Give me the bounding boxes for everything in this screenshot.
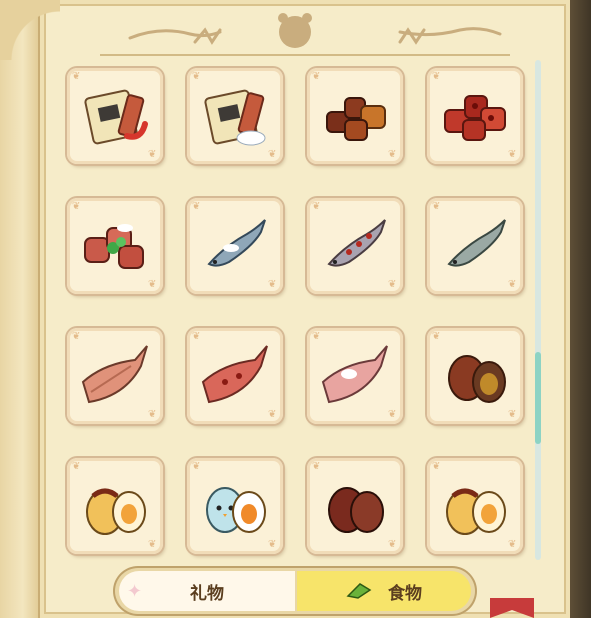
header-ornament: [128, 13, 502, 48]
braised-egg-icon: [448, 355, 506, 403]
tea-egg-icon: [328, 487, 384, 533]
spicy-fish-icon: [327, 219, 386, 267]
item-slot-fish[interactable]: ❦ ❦: [427, 198, 523, 294]
item-slot-salted-fish[interactable]: ❦ ❦: [187, 198, 283, 294]
book-frame: ❦ ❦ ❦ ❦ ❦ ❦ ❦ ❦ ❦ ❦ ❦ ❦ ❦ ❦ ❦ ❦ ❦ ❦ ❦ ❦ …: [0, 0, 591, 618]
spicy-meat-chunks-icon: [444, 95, 506, 141]
item-slot-chick-egg-sauce-2[interactable]: ❦ ❦: [427, 458, 523, 554]
spicy-fish-fillet-icon: [201, 345, 268, 404]
tab-gift-label: 礼物: [190, 583, 224, 604]
item-slot-spicy-fish[interactable]: ❦ ❦: [307, 198, 403, 294]
braised-meat-chunks-icon: [326, 97, 386, 141]
item-slot-salted-fish-fillet[interactable]: ❦ ❦: [307, 328, 403, 424]
meat-chunks-herbs-icon: [84, 224, 144, 269]
scrollbar-thumb[interactable]: [535, 352, 541, 444]
item-slot-dried-meat-salt[interactable]: ❦ ❦: [187, 68, 283, 164]
item-slot-tea-egg[interactable]: ❦ ❦: [307, 458, 403, 554]
dried-meat-chili-icon: [84, 89, 148, 145]
leaf-food-icon: [346, 583, 372, 599]
item-slot-braised-meat-chunks[interactable]: ❦ ❦: [307, 68, 403, 164]
book-spine: [0, 0, 38, 618]
item-grid: ❦ ❦ ❦ ❦ ❦ ❦ ❦ ❦ ❦ ❦ ❦ ❦ ❦ ❦ ❦ ❦ ❦ ❦ ❦ ❦ …: [65, 66, 525, 556]
scrollbar-track[interactable]: [535, 60, 541, 560]
item-slot-dried-meat-chili[interactable]: ❦ ❦: [67, 68, 163, 164]
item-slot-spicy-fish-fillet[interactable]: ❦ ❦: [187, 328, 283, 424]
item-slot-spicy-meat-chunks[interactable]: ❦ ❦: [427, 68, 523, 164]
item-slot-meat-chunks-herbs[interactable]: ❦ ❦: [67, 198, 163, 294]
item-slot-braised-egg[interactable]: ❦ ❦: [427, 328, 523, 424]
chick-egg-sauce-icon: [86, 488, 146, 535]
category-tabs: ✦ 礼物 食物: [115, 568, 475, 614]
item-slot-dried-fish-fillet[interactable]: ❦ ❦: [67, 328, 163, 424]
chick-egg-salted-icon: [206, 487, 266, 533]
page-curl: [0, 0, 60, 60]
dried-fish-fillet-icon: [81, 345, 148, 404]
chick-egg-sauce-2-icon: [446, 488, 506, 535]
item-slot-chick-egg-salted[interactable]: ❦ ❦: [187, 458, 283, 554]
salted-fish-icon: [207, 219, 266, 267]
dried-meat-salt-icon: [204, 89, 266, 146]
header-divider: [100, 54, 510, 56]
tab-gift[interactable]: ✦ 礼物: [119, 571, 295, 611]
fish-icon: [447, 219, 506, 267]
tab-food-label: 食物: [388, 583, 422, 604]
tab-food[interactable]: 食物: [297, 571, 471, 611]
item-slot-chick-egg-sauce[interactable]: ❦ ❦: [67, 458, 163, 554]
salted-fish-fillet-icon: [321, 345, 388, 404]
sparkle-icon: ✦: [127, 581, 143, 602]
